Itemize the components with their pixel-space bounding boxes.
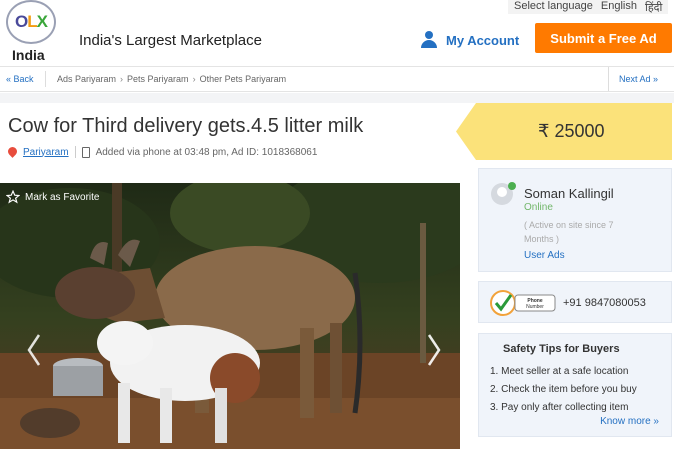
ad-title: Cow for Third delivery gets.4.5 litter m… xyxy=(8,115,364,137)
ad-meta-text: Added via phone at 03:48 pm, Ad ID: 1018… xyxy=(95,146,318,158)
user-ads-link[interactable]: User Ads xyxy=(524,250,565,261)
safety-tip-item: 3. Pay only after collecting item xyxy=(490,402,629,413)
submit-free-ad-button[interactable]: Submit a Free Ad xyxy=(535,23,672,53)
breadcrumb-item[interactable]: Ads Pariyaram xyxy=(57,74,116,84)
safety-tips-card: Safety Tips for Buyers 1. Meet seller at… xyxy=(478,333,672,437)
previous-image-chevron-left-icon[interactable] xyxy=(26,333,42,367)
my-account-label: My Account xyxy=(446,32,520,48)
language-hindi[interactable]: हिंदी xyxy=(645,0,662,14)
phone-card: Phone Number +91 9847080053 xyxy=(478,281,672,323)
next-ad-link[interactable]: Next Ad » xyxy=(608,67,668,91)
breadcrumb: « Back Ads Pariyaram › Pets Pariyaram › … xyxy=(0,66,674,92)
breadcrumb-chevron-icon: › xyxy=(120,74,124,84)
safety-tips-title: Safety Tips for Buyers xyxy=(503,343,620,355)
next-image-chevron-right-icon[interactable] xyxy=(426,333,442,367)
user-icon xyxy=(420,31,438,49)
back-link[interactable]: « Back xyxy=(6,74,34,84)
seller-card: Soman Kallingil Online ( Active on site … xyxy=(478,168,672,272)
safety-tips-list: 1. Meet seller at a safe location 2. Che… xyxy=(490,363,637,417)
section-divider xyxy=(0,93,674,103)
mobile-phone-icon xyxy=(81,146,90,158)
mark-favorite-label: Mark as Favorite xyxy=(25,191,100,203)
logo-country: India xyxy=(12,47,45,63)
breadcrumb-item[interactable]: Other Pets Pariyaram xyxy=(200,74,287,84)
my-account-link[interactable]: My Account xyxy=(420,31,519,49)
cow-photo-illustration xyxy=(0,183,460,449)
site-tagline: India's Largest Marketplace xyxy=(79,32,262,49)
seller-name: Soman Kallingil xyxy=(524,186,614,201)
breadcrumb-trail: Ads Pariyaram › Pets Pariyaram › Other P… xyxy=(57,74,286,84)
breadcrumb-divider xyxy=(45,71,46,87)
price-tag: ₹ 25000 xyxy=(456,103,672,160)
star-icon xyxy=(6,190,20,204)
language-label: Select language xyxy=(514,0,593,12)
ad-location-link[interactable]: Pariyaram xyxy=(23,147,69,158)
seller-active-since: ( Active on site since 7 Months ) xyxy=(524,220,614,244)
language-english[interactable]: English xyxy=(601,0,637,14)
olx-logo[interactable]: OLX India xyxy=(4,0,58,64)
language-selector: Select language English हिंदी xyxy=(508,0,669,14)
know-more-link[interactable]: Know more » xyxy=(600,416,659,427)
svg-text:Number: Number xyxy=(526,304,544,310)
safety-tip-item: 1. Meet seller at a safe location xyxy=(490,366,629,377)
ad-meta: Pariyaram Added via phone at 03:48 pm, A… xyxy=(8,146,317,158)
ad-photo[interactable] xyxy=(0,183,460,449)
online-status-dot xyxy=(508,182,516,190)
seller-phone-number[interactable]: +91 9847080053 xyxy=(563,297,646,309)
seller-online-status: Online xyxy=(524,202,553,213)
olx-logo-mark: OLX xyxy=(6,0,56,44)
location-pin-icon xyxy=(8,147,17,158)
ad-price: ₹ 25000 xyxy=(538,121,605,141)
phone-verified-badge-icon: Phone Number xyxy=(490,290,556,316)
ad-page: OLX India India's Largest Marketplace Se… xyxy=(0,0,674,449)
breadcrumb-chevron-icon: › xyxy=(192,74,196,84)
breadcrumb-item[interactable]: Pets Pariyaram xyxy=(127,74,189,84)
safety-tip-item: 2. Check the item before you buy xyxy=(490,384,637,395)
site-header: OLX India India's Largest Marketplace Se… xyxy=(0,0,674,66)
meta-divider xyxy=(74,146,76,158)
mark-favorite-button[interactable]: Mark as Favorite xyxy=(6,190,99,204)
